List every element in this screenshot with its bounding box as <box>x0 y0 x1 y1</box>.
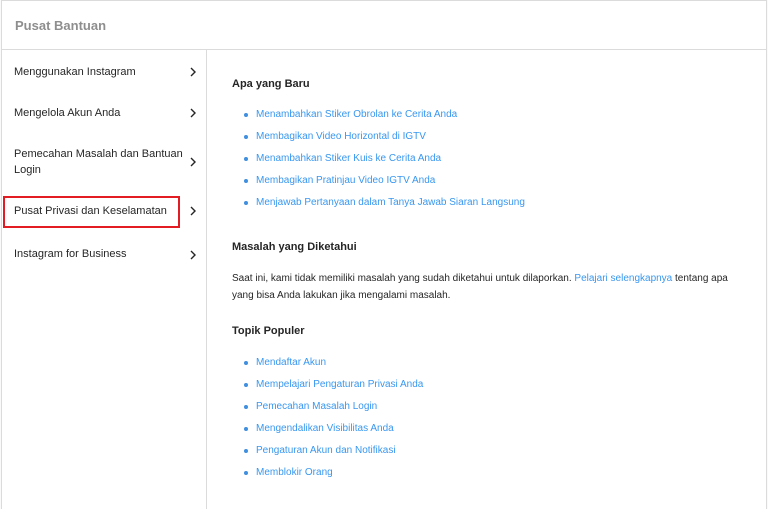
learn-more-link[interactable]: Pelajari selengkapnya <box>574 273 672 284</box>
section-title-popular-topics: Topik Populer <box>232 325 305 337</box>
topic-link[interactable]: Memblokir Orang <box>256 466 333 480</box>
bullet-icon <box>244 361 248 365</box>
known-issues-text-before: Saat ini, kami tidak memiliki masalah ya… <box>232 273 575 284</box>
bullet-icon <box>244 135 248 139</box>
topic-link[interactable]: Mempelajari Pengaturan Privasi Anda <box>256 378 423 392</box>
bullet-icon <box>244 471 248 475</box>
section-title-known-issues: Masalah yang Diketahui <box>232 241 357 253</box>
sidebar-item-label: Mengelola Akun Anda <box>14 107 121 119</box>
topic-link[interactable]: Mengendalikan Visibilitas Anda <box>256 422 394 436</box>
chevron-right-icon <box>190 108 196 118</box>
article-link[interactable]: Membagikan Pratinjau Video IGTV Anda <box>256 174 435 188</box>
article-link[interactable]: Menjawab Pertanyaan dalam Tanya Jawab Si… <box>256 196 525 210</box>
bullet-icon <box>244 383 248 387</box>
bullet-icon <box>244 113 248 117</box>
topic-link[interactable]: Mendaftar Akun <box>256 356 326 370</box>
help-center-window: Pusat Bantuan Menggunakan Instagram Meng… <box>1 0 767 509</box>
section-title-whats-new: Apa yang Baru <box>232 78 310 90</box>
sidebar-item-manage-account[interactable]: Mengelola Akun Anda <box>2 103 207 127</box>
page-title: Pusat Bantuan <box>15 17 107 33</box>
sidebar-item-label: Menggunakan Instagram <box>14 66 136 78</box>
topic-link[interactable]: Pemecahan Masalah Login <box>256 400 377 414</box>
bullet-icon <box>244 179 248 183</box>
sidebar-item-using-instagram[interactable]: Menggunakan Instagram <box>2 62 207 86</box>
article-link[interactable]: Menambahkan Stiker Kuis ke Cerita Anda <box>256 152 441 166</box>
sidebar-item-label-line2: Login <box>14 164 41 176</box>
sidebar-item-troubleshooting-login[interactable]: Pemecahan Masalah dan Bantuan Login <box>2 144 207 180</box>
bullet-icon <box>244 405 248 409</box>
sidebar-item-label: Instagram for Business <box>14 248 127 260</box>
chevron-right-icon <box>190 157 196 167</box>
chevron-right-icon <box>190 250 196 260</box>
article-link[interactable]: Membagikan Video Horizontal di IGTV <box>256 130 426 144</box>
topic-link[interactable]: Pengaturan Akun dan Notifikasi <box>256 444 396 458</box>
known-issues-text: Saat ini, kami tidak memiliki masalah ya… <box>232 270 732 304</box>
bullet-icon <box>244 449 248 453</box>
chevron-right-icon <box>190 67 196 77</box>
sidebar: Menggunakan Instagram Mengelola Akun And… <box>2 50 207 509</box>
sidebar-item-instagram-for-business[interactable]: Instagram for Business <box>2 244 207 268</box>
sidebar-item-privacy-safety[interactable]: Pusat Privasi dan Keselamatan <box>2 200 207 224</box>
bullet-icon <box>244 201 248 205</box>
sidebar-item-label-line1: Pemecahan Masalah dan Bantuan <box>14 148 183 160</box>
sidebar-item-label: Pusat Privasi dan Keselamatan <box>14 205 167 217</box>
chevron-right-icon <box>190 206 196 216</box>
article-link[interactable]: Menambahkan Stiker Obrolan ke Cerita And… <box>256 108 457 122</box>
header: Pusat Bantuan <box>2 1 766 50</box>
bullet-icon <box>244 427 248 431</box>
bullet-icon <box>244 157 248 161</box>
